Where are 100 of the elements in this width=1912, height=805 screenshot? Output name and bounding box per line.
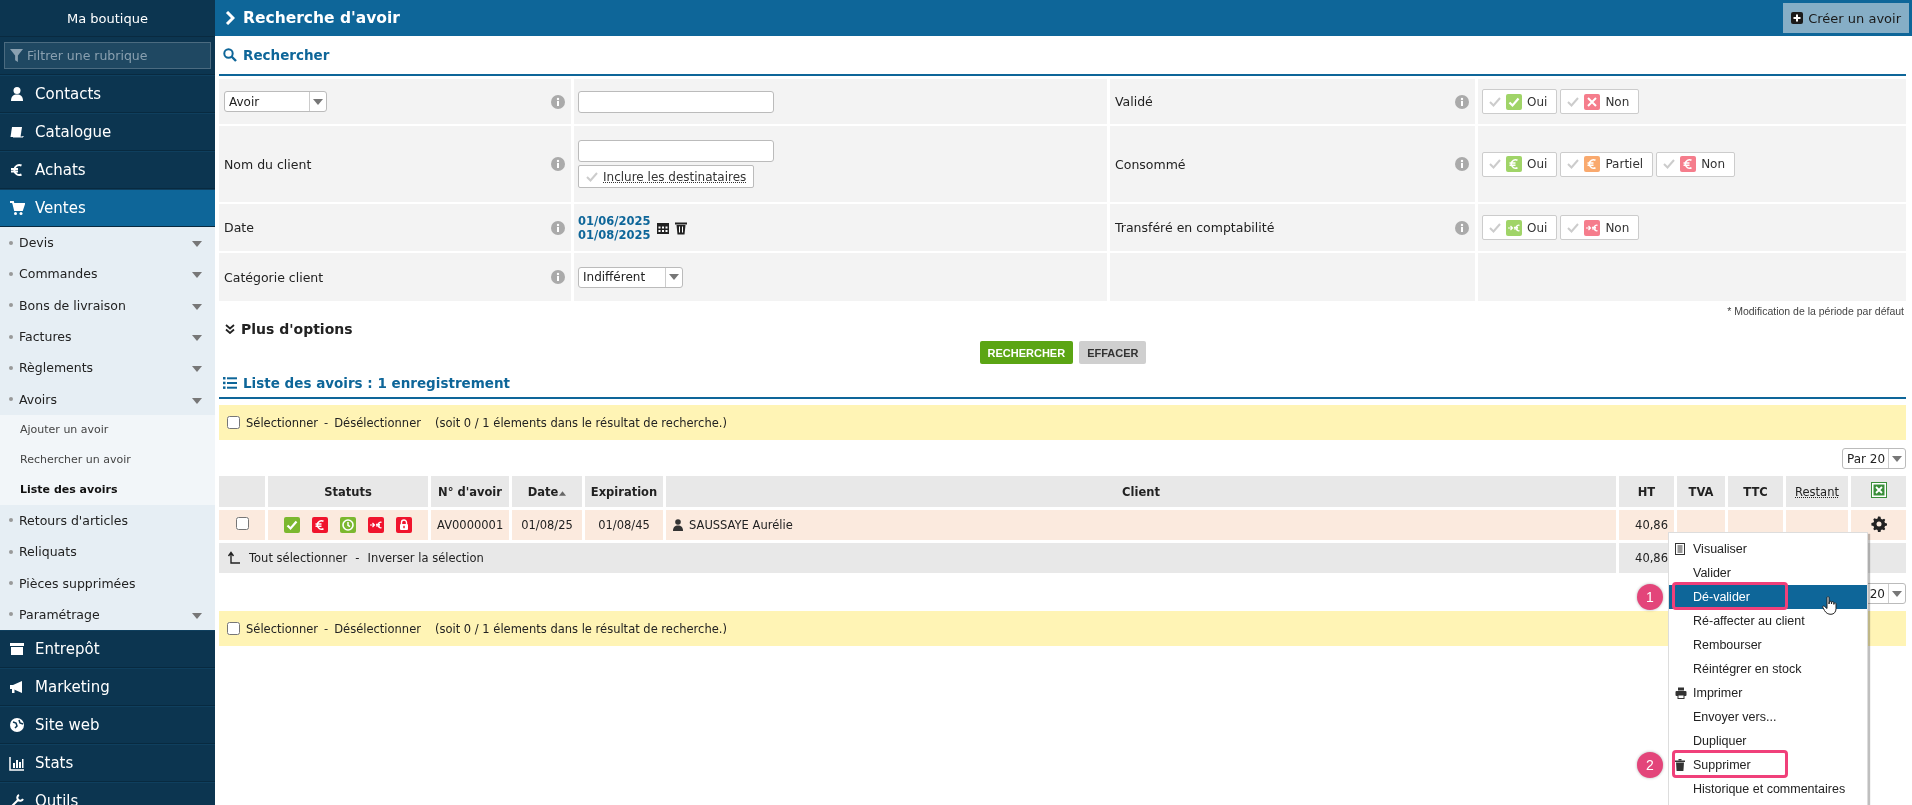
- caret-down-icon: [1892, 455, 1902, 462]
- separator: -: [324, 621, 329, 636]
- sidebar-item[interactable]: Entrepôt: [0, 629, 215, 668]
- submenu-link[interactable]: Liste des avoirs: [0, 474, 215, 505]
- client-name-field[interactable]: [578, 140, 774, 162]
- table-cell: 01/08/25: [512, 510, 582, 540]
- euro-icon: [9, 162, 25, 178]
- field-label: Catégorie client: [224, 269, 324, 285]
- calendar-icon[interactable]: [656, 220, 671, 235]
- list-icon: [223, 377, 237, 389]
- info-icon[interactable]: [551, 220, 565, 235]
- page-size-select[interactable]: Par 20: [1842, 448, 1906, 469]
- deselect-link[interactable]: Désélectionner: [334, 621, 421, 636]
- menu-item[interactable]: Ré-affecter au client: [1669, 609, 1867, 633]
- select-link[interactable]: Sélectionner: [246, 415, 319, 430]
- bar-chart-icon: [9, 754, 25, 771]
- archive-box-icon: [9, 640, 25, 657]
- submenu-item[interactable]: Factures: [0, 320, 215, 353]
- column-header[interactable]: Statuts: [268, 476, 428, 507]
- double-chevron-down-icon: [225, 324, 235, 334]
- client-name[interactable]: SAUSSAYE Aurélie: [689, 518, 793, 532]
- type-select[interactable]: Avoir: [224, 91, 327, 112]
- sidebar-item[interactable]: Marketing: [0, 667, 215, 706]
- info-icon[interactable]: [551, 157, 565, 171]
- field-label: Consommé: [1115, 156, 1186, 172]
- sidebar-item[interactable]: Site web: [0, 705, 215, 744]
- sort-ascending-icon[interactable]: [559, 490, 567, 496]
- select-checkbox[interactable]: [227, 416, 240, 429]
- filter-option[interactable]: Non: [1560, 89, 1640, 114]
- submenu-item[interactable]: Bons de livraison: [0, 289, 215, 321]
- filter-option[interactable]: Non: [1560, 215, 1640, 240]
- column-header[interactable]: TTC: [1728, 476, 1783, 507]
- submenu-item[interactable]: Commandes: [0, 258, 215, 290]
- submenu-link[interactable]: Ajouter un avoir: [0, 414, 215, 445]
- menu-item[interactable]: Réintégrer en stock: [1669, 657, 1867, 681]
- select-checkbox[interactable]: [227, 622, 240, 635]
- column-header[interactable]: Date: [512, 476, 582, 507]
- filter-option[interactable]: Partiel: [1560, 151, 1654, 177]
- submenu-link[interactable]: Rechercher un avoir: [0, 444, 215, 475]
- column-header[interactable]: Expiration: [585, 476, 663, 507]
- filter-field[interactable]: Filtrer une rubrique: [4, 42, 211, 69]
- filter-option[interactable]: Non: [1656, 151, 1736, 177]
- page-title: Recherche d'avoir: [243, 9, 401, 27]
- menu-item[interactable]: Imprimer: [1669, 681, 1867, 705]
- selection-info: (soit 0 / 1 élements dans le résultat de recherche.): [434, 621, 727, 636]
- column-header[interactable]: Client: [666, 476, 1616, 507]
- select-link[interactable]: Sélectionner: [246, 621, 319, 636]
- column-header[interactable]: Restant: [1786, 476, 1848, 507]
- settings-icon[interactable]: [1870, 515, 1887, 532]
- section-title: Rechercher: [243, 47, 330, 63]
- info-icon[interactable]: [1455, 94, 1469, 109]
- menu-item[interactable]: Dé-valider: [1669, 585, 1867, 609]
- trash-icon[interactable]: [674, 220, 689, 235]
- submenu-item[interactable]: Règlements: [0, 352, 215, 384]
- search-icon: [223, 48, 237, 62]
- submenu-item[interactable]: Pièces supprimées: [0, 567, 215, 599]
- number-field[interactable]: [578, 90, 774, 113]
- submenu-item[interactable]: Reliquats: [0, 536, 215, 568]
- menu-item[interactable]: Dupliquer: [1669, 729, 1867, 753]
- column-header[interactable]: HT: [1619, 476, 1674, 507]
- date-to[interactable]: 01/08/2025: [578, 227, 651, 242]
- category-select[interactable]: Indifférent: [578, 266, 683, 288]
- deselect-link[interactable]: Désélectionner: [334, 415, 421, 430]
- include-recipients-toggle[interactable]: Inclure les destinataires: [578, 165, 755, 188]
- sidebar-item[interactable]: Contacts: [0, 75, 215, 113]
- create-credit-button[interactable]: Créer un avoir: [1783, 3, 1909, 33]
- separator: -: [324, 415, 329, 430]
- filter-option[interactable]: Oui: [1482, 215, 1558, 240]
- caret-down-icon: [192, 612, 202, 619]
- select-all-link[interactable]: Tout sélectionner: [249, 551, 348, 565]
- info-icon[interactable]: [1455, 220, 1469, 235]
- table-cell: AV0000001: [431, 510, 509, 540]
- column-header[interactable]: N° d'avoir: [431, 476, 509, 507]
- info-icon[interactable]: [1455, 157, 1469, 171]
- check-icon: [586, 171, 598, 182]
- sidebar-item[interactable]: Stats: [0, 743, 215, 782]
- submenu-item[interactable]: Devis: [0, 227, 215, 259]
- invert-selection-link[interactable]: Inverser la sélection: [367, 551, 484, 565]
- caret-down-icon: [192, 272, 202, 279]
- spreadsheet-export-icon[interactable]: [1870, 482, 1887, 498]
- sidebar-item[interactable]: Catalogue: [0, 113, 215, 151]
- submenu-item[interactable]: Retours d'articles: [0, 504, 215, 537]
- field-label: Transféré en comptabilité: [1115, 220, 1275, 235]
- info-icon[interactable]: [551, 270, 565, 284]
- clear-button[interactable]: EFFACER: [1079, 341, 1147, 364]
- sidebar-item[interactable]: Ventes: [0, 189, 215, 227]
- submenu-item[interactable]: Paramétrage: [0, 598, 215, 630]
- menu-item[interactable]: Envoyer vers...: [1669, 705, 1867, 729]
- menu-item[interactable]: Supprimer: [1669, 753, 1867, 777]
- table-cell: 40,86: [1619, 510, 1674, 540]
- more-options-toggle[interactable]: Plus d'options: [241, 321, 353, 337]
- info-icon[interactable]: [551, 94, 565, 109]
- row-checkbox[interactable]: [235, 517, 249, 530]
- filter-option[interactable]: Oui: [1482, 151, 1558, 177]
- menu-item[interactable]: Rembourser: [1669, 633, 1867, 657]
- submenu-item[interactable]: Avoirs: [0, 383, 215, 415]
- column-header[interactable]: TVA: [1677, 476, 1725, 507]
- menu-item[interactable]: Historique et commentaires: [1669, 777, 1867, 801]
- filter-option[interactable]: Oui: [1482, 89, 1558, 114]
- date-from[interactable]: 01/06/2025: [578, 213, 651, 228]
